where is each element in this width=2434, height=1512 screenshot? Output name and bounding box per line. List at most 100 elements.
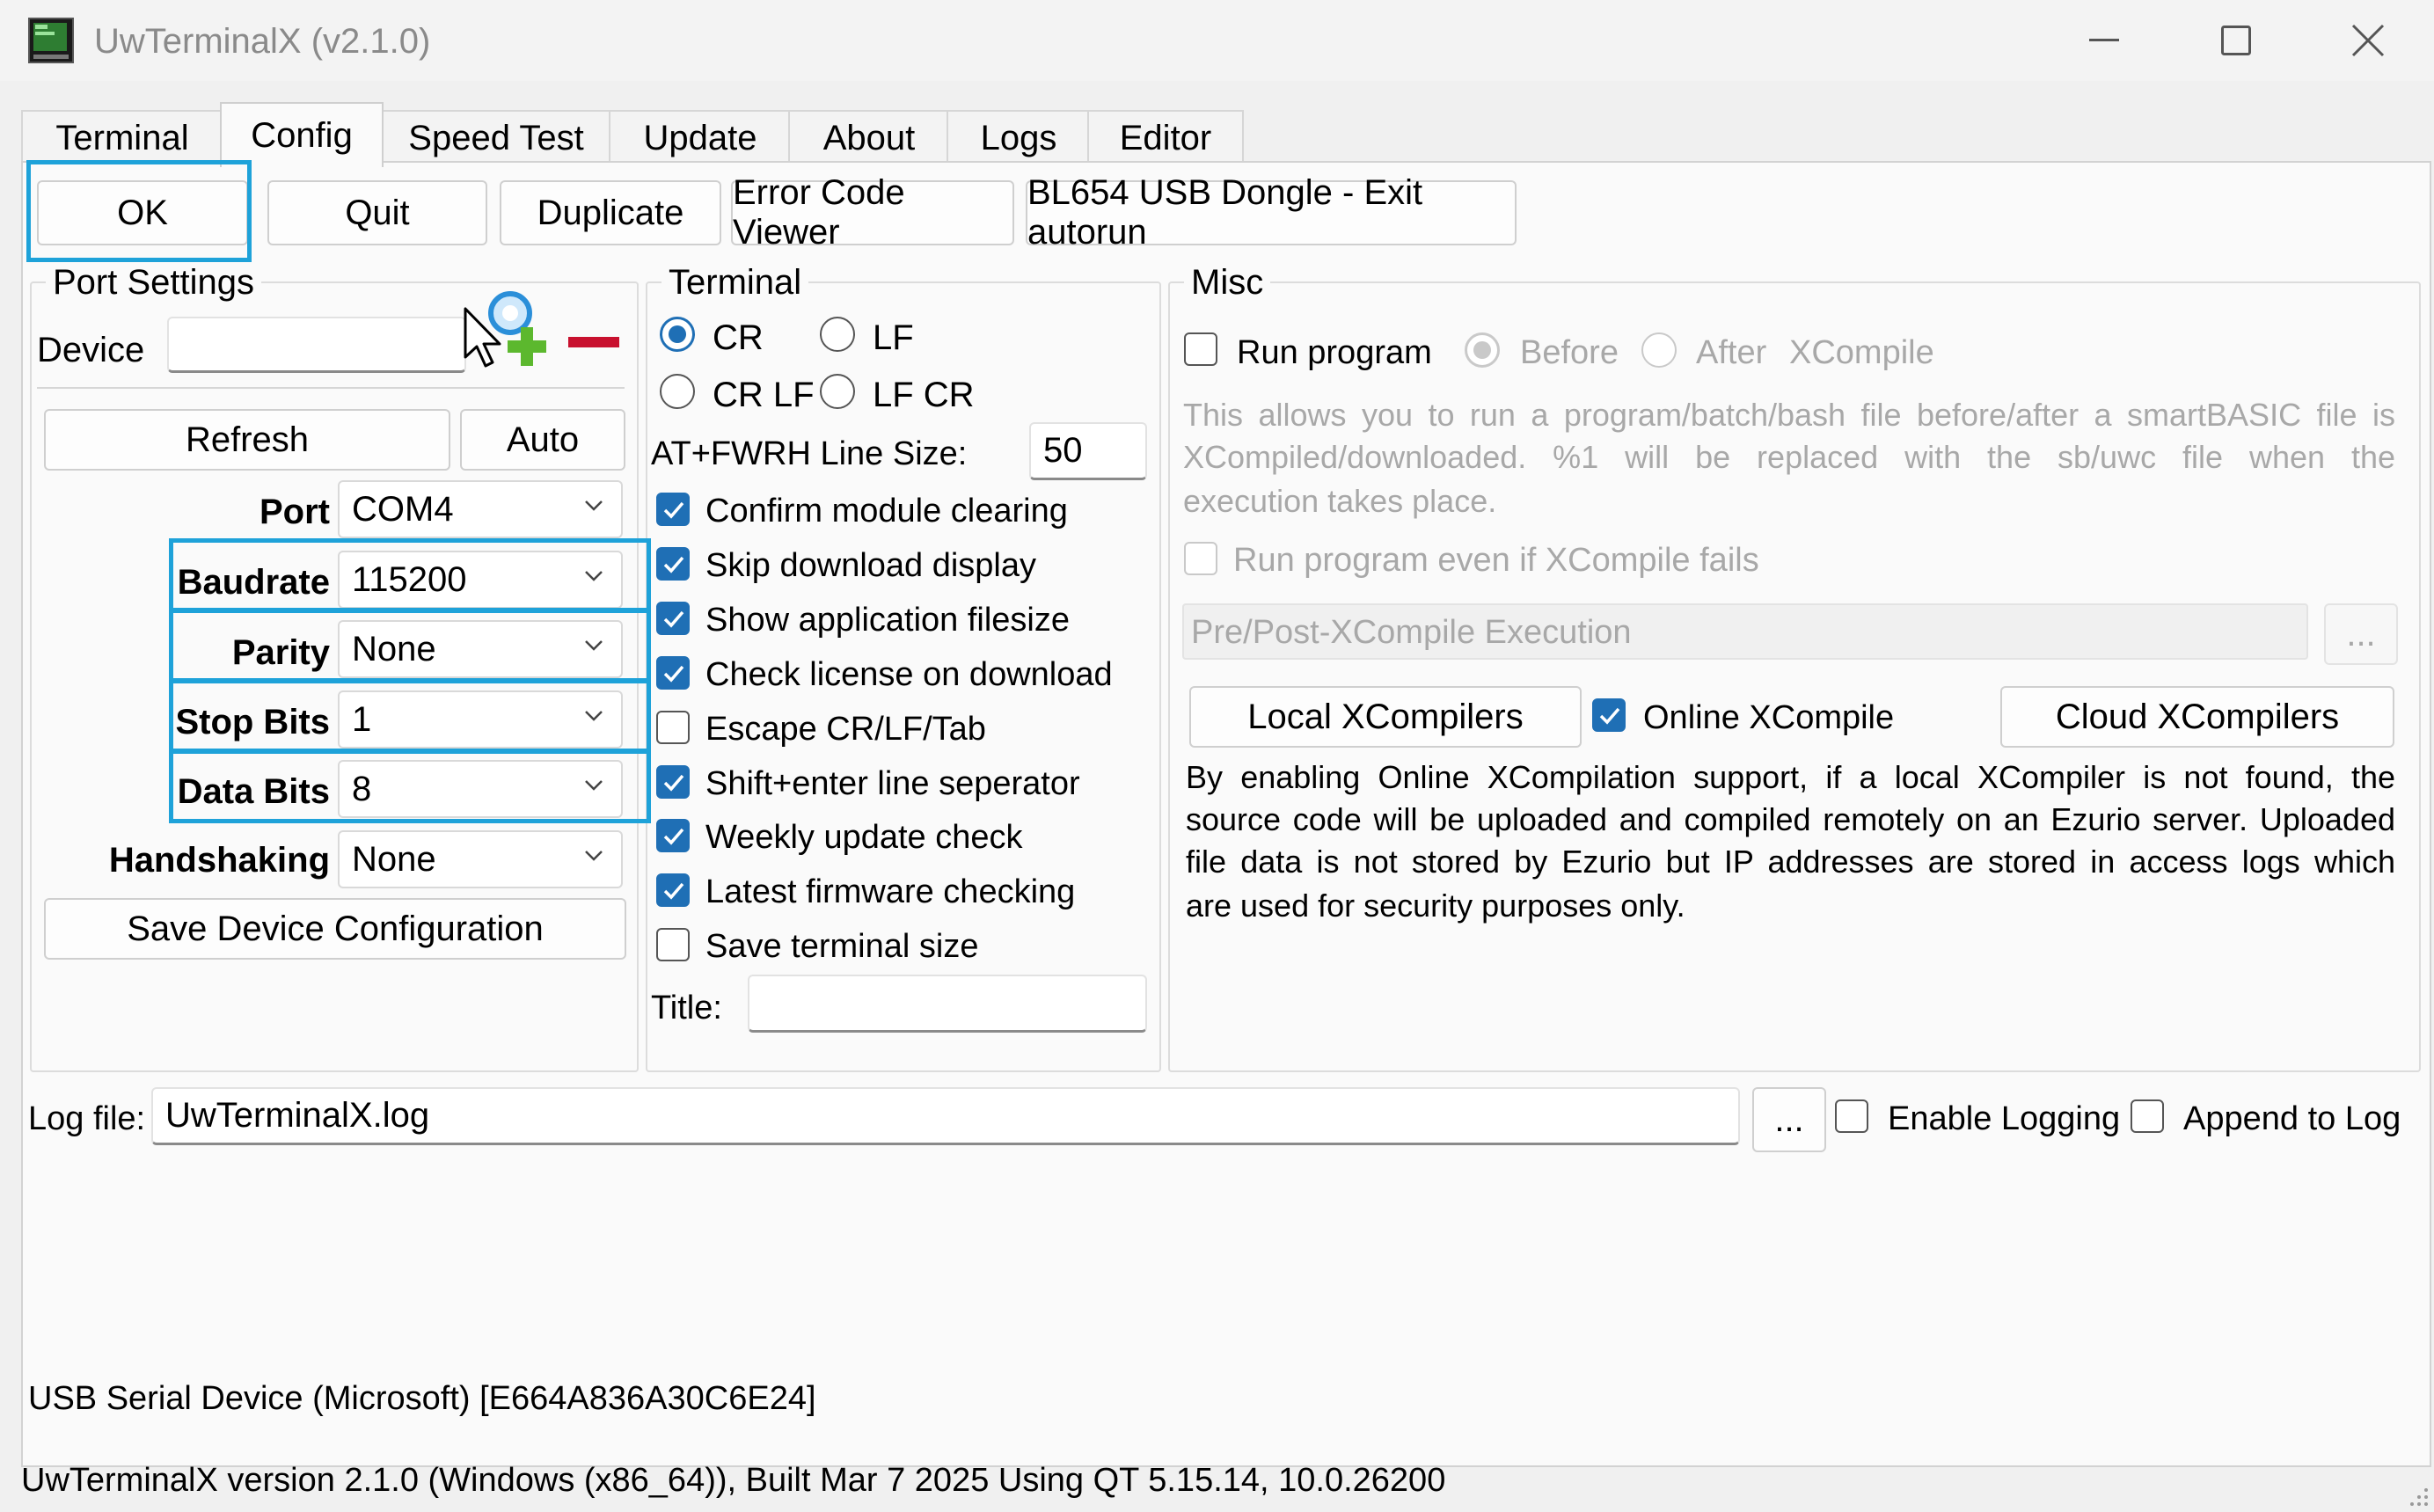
terminal-option-checkbox[interactable]	[656, 602, 690, 635]
device-field[interactable]	[167, 317, 466, 373]
before-label: Before	[1520, 334, 1619, 371]
run-desc-line-3: execution takes place.	[1183, 483, 1497, 519]
data-bits-select[interactable]: 8	[338, 760, 623, 818]
tab-config[interactable]: Config	[220, 102, 384, 167]
handshaking-select[interactable]: None	[338, 830, 623, 888]
close-button[interactable]	[2302, 0, 2434, 81]
quit-button[interactable]: Quit	[267, 180, 487, 245]
log-file-label: Log file:	[28, 1100, 146, 1137]
exec-browse-button[interactable]: ...	[2324, 603, 2398, 665]
terminal-group-title: Terminal	[661, 265, 809, 300]
stop-bits-value: 1	[352, 699, 372, 739]
terminal-option-checkbox[interactable]	[656, 493, 690, 526]
data-bits-value: 8	[352, 769, 372, 808]
parity-select[interactable]: None	[338, 620, 623, 678]
check-icon	[663, 882, 684, 900]
port-value: COM4	[352, 489, 454, 529]
radio-cr[interactable]	[660, 317, 695, 352]
enable-logging-label: Enable Logging	[1888, 1100, 2121, 1137]
tab-label: About	[822, 118, 916, 157]
check-icon	[663, 665, 684, 683]
tab-label: Config	[251, 115, 353, 155]
log-file-value: UwTerminalX.log	[165, 1096, 430, 1135]
duplicate-button[interactable]: Duplicate	[500, 180, 721, 245]
terminal-option-checkbox[interactable]	[656, 928, 690, 961]
line-size-value: 50	[1043, 431, 1083, 470]
save-device-configuration-button[interactable]: Save Device Configuration	[44, 898, 626, 960]
exit-autorun-label: BL654 USB Dongle - Exit autorun	[1027, 173, 1423, 252]
local-xcompilers-button[interactable]: Local XCompilers	[1189, 686, 1582, 748]
radio-lf[interactable]	[820, 317, 855, 352]
terminal-option-checkbox[interactable]	[656, 819, 690, 852]
log-browse-button[interactable]: ...	[1752, 1087, 1826, 1152]
radio-after[interactable]	[1641, 332, 1677, 368]
chevron-down-icon	[585, 500, 603, 511]
tab-speed-test[interactable]: Speed Test	[380, 110, 612, 164]
terminal-option-checkbox[interactable]	[656, 656, 690, 690]
device-info: USB Serial Device (Microsoft) [E664A836A…	[28, 1380, 816, 1417]
cloud-xcompilers-label: Cloud XCompilers	[2055, 697, 2340, 736]
run-even-if-fails-label: Run program even if XCompile fails	[1233, 542, 1759, 579]
device-label: Device	[37, 331, 145, 369]
port-select[interactable]: COM4	[338, 480, 623, 538]
terminal-option-label: Save terminal size	[705, 928, 979, 965]
radio-lfcr[interactable]	[820, 374, 855, 409]
radio-cr-label: CR	[713, 318, 764, 357]
terminal-option-checkbox[interactable]	[656, 547, 690, 581]
refresh-label: Refresh	[185, 420, 310, 459]
tab-label: Update	[643, 118, 757, 157]
radio-before[interactable]	[1465, 332, 1500, 368]
auto-label: Auto	[506, 420, 580, 459]
online-desc-line-2: source code will be uploaded and compile…	[1186, 801, 2395, 837]
window-title: UwTerminalX (v2.1.0)	[94, 22, 431, 61]
terminal-option-checkbox[interactable]	[656, 765, 690, 799]
parity-label: Parity	[231, 633, 330, 672]
terminal-option-label: Confirm module clearing	[705, 493, 1068, 530]
remove-device-button[interactable]	[568, 336, 621, 348]
run-desc-line-1: This allows you to run a program/batch/b…	[1183, 397, 2395, 433]
auto-button[interactable]: Auto	[460, 409, 625, 471]
exit-autorun-button[interactable]: BL654 USB Dongle - Exit autorun	[1026, 173, 1517, 252]
tab-label: Speed Test	[408, 118, 584, 157]
run-program-checkbox[interactable]	[1184, 332, 1217, 366]
tab-terminal[interactable]: Terminal	[21, 110, 223, 164]
radio-lfcr-label: LF CR	[873, 376, 975, 414]
refresh-button[interactable]: Refresh	[44, 409, 450, 471]
tab-about[interactable]: About	[788, 110, 950, 164]
exec-placeholder: Pre/Post-XCompile Execution	[1191, 614, 1632, 651]
minimize-button[interactable]	[2038, 0, 2170, 81]
log-file-input[interactable]: UwTerminalX.log	[151, 1087, 1740, 1145]
tab-editor[interactable]: Editor	[1087, 110, 1244, 164]
radio-lf-label: LF	[873, 318, 914, 357]
tab-logs[interactable]: Logs	[947, 110, 1091, 164]
tab-update[interactable]: Update	[609, 110, 792, 164]
append-to-log-checkbox[interactable]	[2131, 1099, 2164, 1133]
resize-grip-icon[interactable]	[2405, 1483, 2430, 1508]
minimize-icon	[2089, 39, 2119, 41]
exec-input[interactable]: Pre/Post-XCompile Execution	[1182, 603, 2308, 660]
tab-label: Terminal	[55, 118, 189, 157]
run-even-if-fails-checkbox[interactable]	[1184, 542, 1217, 575]
title-bar[interactable]: UwTerminalX (v2.1.0)	[0, 0, 2434, 81]
online-xcompile-checkbox[interactable]	[1592, 698, 1626, 732]
maximize-button[interactable]	[2170, 0, 2302, 81]
terminal-option-checkbox[interactable]	[656, 711, 690, 744]
error-code-viewer-button[interactable]: Error Code Viewer	[731, 173, 1014, 252]
terminal-option-label: Check license on download	[705, 656, 1113, 693]
radio-crlf[interactable]	[660, 374, 695, 409]
terminal-option-checkbox[interactable]	[656, 873, 690, 907]
parity-value: None	[352, 629, 436, 668]
stop-bits-select[interactable]: 1	[338, 690, 623, 749]
run-program-label: Run program	[1237, 334, 1432, 371]
ok-button[interactable]: OK	[37, 180, 248, 245]
cloud-xcompilers-button[interactable]: Cloud XCompilers	[2000, 686, 2394, 748]
log-browse-label: ...	[1774, 1099, 1804, 1139]
chevron-down-icon	[585, 780, 603, 791]
exec-browse-label: ...	[2346, 614, 2376, 654]
separator	[37, 387, 625, 389]
line-size-input[interactable]: 50	[1029, 422, 1147, 480]
handshaking-value: None	[352, 839, 436, 879]
title-input[interactable]	[748, 975, 1147, 1033]
baudrate-select[interactable]: 115200	[338, 551, 623, 609]
enable-logging-checkbox[interactable]	[1835, 1099, 1868, 1133]
